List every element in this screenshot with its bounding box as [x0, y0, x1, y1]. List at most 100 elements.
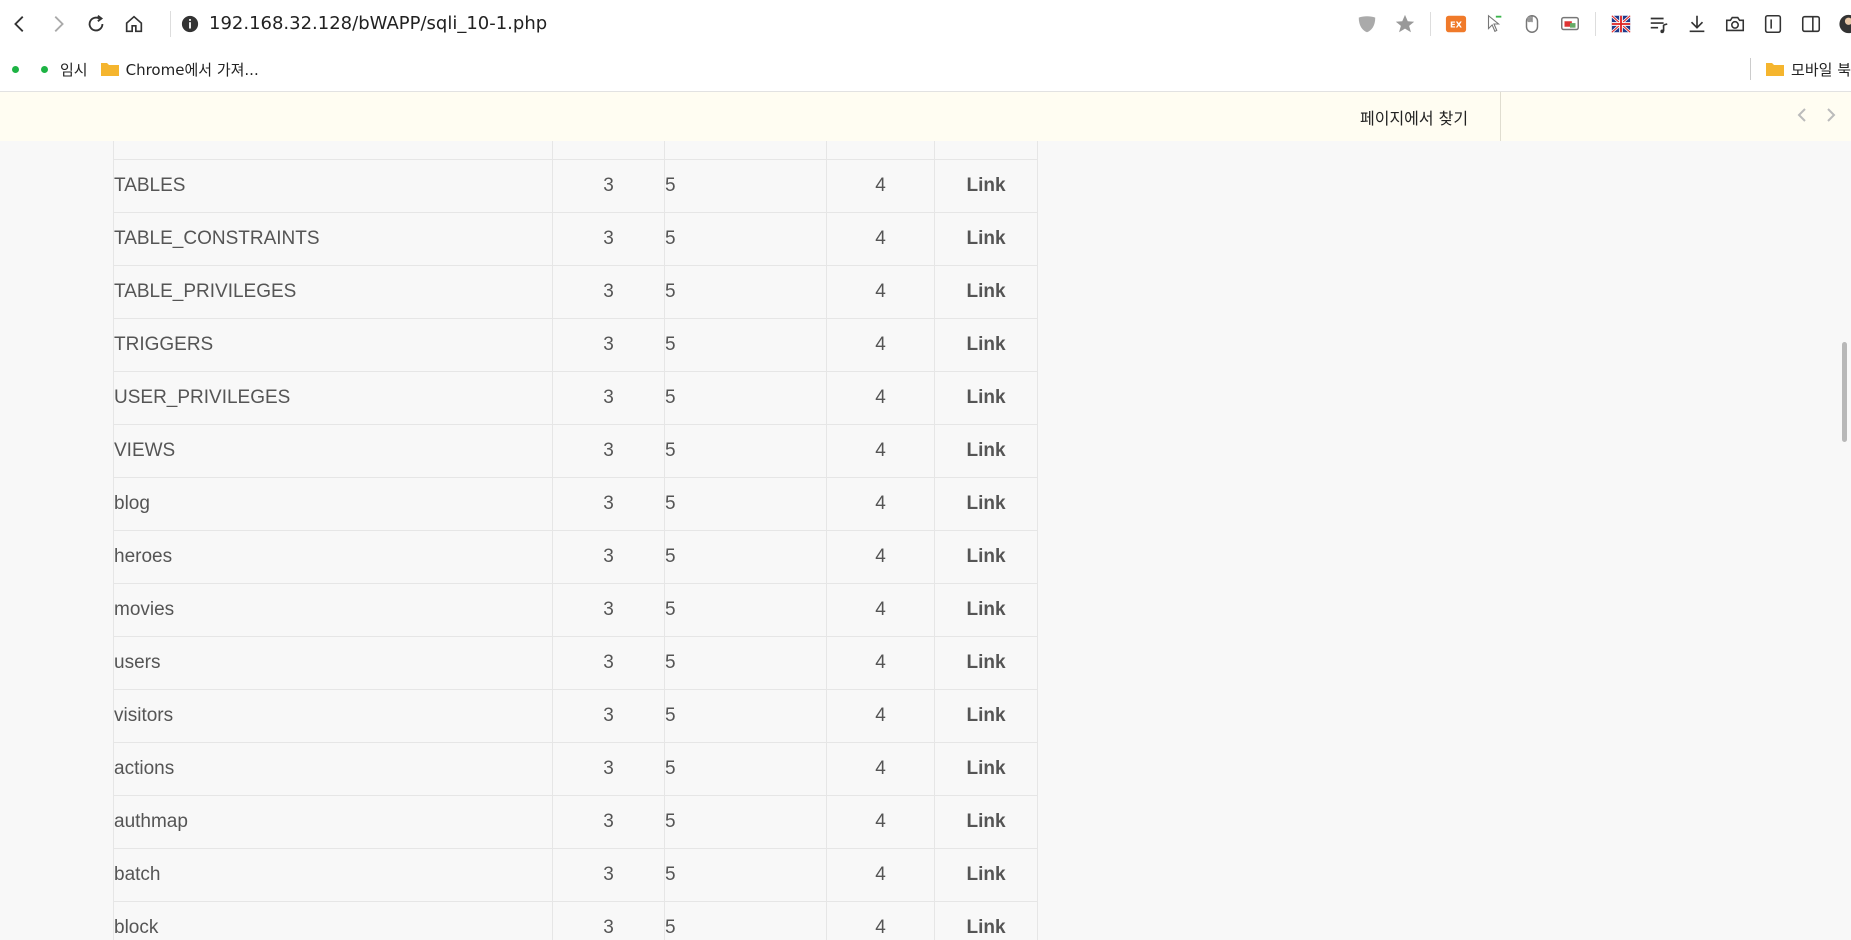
cell-value: 5: [664, 318, 827, 372]
link[interactable]: Link: [934, 424, 1038, 478]
cell-table-name: STATISTICS: [113, 141, 553, 160]
cell-value: 3: [552, 477, 665, 531]
cell-value: 3: [552, 159, 665, 213]
table-row: users 3 5 4 Link: [113, 636, 1038, 690]
cell-table-name: TRIGGERS: [113, 318, 553, 372]
cast-icon[interactable]: [1558, 12, 1582, 36]
shield-icon[interactable]: [1355, 12, 1379, 36]
cell-value: 5: [664, 636, 827, 690]
cell-table-name: visitors: [113, 689, 553, 743]
address-bar[interactable]: 192.168.32.128/bWAPP/sqli_10-1.php: [166, 10, 547, 37]
cell-value: 3: [552, 901, 665, 940]
ex-extension-icon[interactable]: EX: [1444, 12, 1468, 36]
link[interactable]: Link: [934, 742, 1038, 796]
cell-table-name: block: [113, 901, 553, 940]
find-label[interactable]: 페이지에서 찾기: [1360, 105, 1468, 129]
cell-value: 5: [664, 689, 827, 743]
cell-value: 3: [552, 424, 665, 478]
avatar-icon[interactable]: [1837, 12, 1851, 36]
cell-value: 3: [552, 530, 665, 584]
link[interactable]: Link: [934, 530, 1038, 584]
cell-value: 4: [826, 901, 935, 940]
link[interactable]: Link: [934, 689, 1038, 743]
cell-value: 5: [664, 530, 827, 584]
url-divider: [170, 10, 171, 37]
browser-toolbar: 192.168.32.128/bWAPP/sqli_10-1.php EX: [0, 0, 1851, 47]
cell-value: 3: [552, 848, 665, 902]
table-row: actions 3 5 4 Link: [113, 742, 1038, 796]
table-row: TRIGGERS 3 5 4 Link: [113, 318, 1038, 372]
download-icon[interactable]: [1685, 12, 1709, 36]
cell-value: 3: [552, 795, 665, 849]
cell-value: 3: [552, 583, 665, 637]
table-row: batch 3 5 4 Link: [113, 848, 1038, 902]
cell-table-name: TABLES: [113, 159, 553, 213]
reload-icon[interactable]: [78, 6, 114, 42]
table-row: blog 3 5 4 Link: [113, 477, 1038, 531]
link[interactable]: Link: [934, 159, 1038, 213]
link[interactable]: Link: [934, 371, 1038, 425]
mobile-bookmarks[interactable]: 모바일 북: [1750, 47, 1851, 91]
link[interactable]: Link: [934, 795, 1038, 849]
playlist-icon[interactable]: [1647, 12, 1671, 36]
info-icon[interactable]: [181, 15, 199, 33]
mouse-gesture-icon[interactable]: [1482, 12, 1506, 36]
forward-arrow-icon[interactable]: [40, 6, 76, 42]
link[interactable]: Link: [934, 212, 1038, 266]
cell-value: 4: [826, 424, 935, 478]
table-row: TABLE_CONSTRAINTS 3 5 4 Link: [113, 212, 1038, 266]
sidebar-icon[interactable]: [1799, 12, 1823, 36]
mouse-icon[interactable]: [1520, 12, 1544, 36]
home-icon[interactable]: [116, 6, 152, 42]
cell-value: 5: [664, 901, 827, 940]
results-table: STATISTICS354LinkTABLES354LinkTABLE_CONS…: [113, 141, 1038, 940]
scrollbar-thumb[interactable]: [1842, 342, 1847, 442]
link[interactable]: Link: [934, 477, 1038, 531]
link[interactable]: Link: [934, 848, 1038, 902]
bookmark-label: 임시: [60, 60, 88, 79]
table-row: TABLES 3 5 4 Link: [113, 159, 1038, 213]
cell-value: 4: [826, 583, 935, 637]
url-text[interactable]: 192.168.32.128/bWAPP/sqli_10-1.php: [209, 13, 547, 34]
cell-value: 5: [664, 141, 827, 160]
vertical-scrollbar[interactable]: [1837, 141, 1851, 940]
bookmark-temp[interactable]: 임시: [31, 59, 88, 80]
cell-value: 5: [664, 424, 827, 478]
cell-value: 3: [552, 636, 665, 690]
link[interactable]: Link: [934, 141, 1038, 160]
back-arrow-icon[interactable]: [2, 6, 38, 42]
chevron-right-icon[interactable]: [1823, 104, 1839, 130]
cell-value: 5: [664, 265, 827, 319]
cell-value: 3: [552, 689, 665, 743]
green-dot-icon: [12, 65, 19, 73]
link[interactable]: Link: [934, 318, 1038, 372]
language-flag-icon[interactable]: [1609, 12, 1633, 36]
link[interactable]: Link: [934, 901, 1038, 940]
table-row: USER_PRIVILEGES 3 5 4 Link: [113, 371, 1038, 425]
cell-table-name: movies: [113, 583, 553, 637]
link[interactable]: Link: [934, 583, 1038, 637]
chevron-left-icon[interactable]: [1794, 104, 1810, 130]
link[interactable]: Link: [934, 636, 1038, 690]
cell-value: 4: [826, 636, 935, 690]
camera-icon[interactable]: [1723, 12, 1747, 36]
cell-value: 3: [552, 212, 665, 266]
cell-value: 5: [664, 742, 827, 796]
bookmark-chrome-folder[interactable]: Chrome에서 가져...: [100, 59, 259, 80]
cell-table-name: VIEWS: [113, 424, 553, 478]
cell-table-name: TABLE_CONSTRAINTS: [113, 212, 553, 266]
cell-value: 4: [826, 530, 935, 584]
cell-value: 4: [826, 212, 935, 266]
cell-value: 5: [664, 212, 827, 266]
cell-value: 3: [552, 265, 665, 319]
reader-icon[interactable]: [1761, 12, 1785, 36]
cell-value: 3: [552, 318, 665, 372]
cell-value: 5: [664, 795, 827, 849]
cell-value: 4: [826, 159, 935, 213]
star-icon[interactable]: [1393, 12, 1417, 36]
cell-value: 4: [826, 371, 935, 425]
table-row: visitors 3 5 4 Link: [113, 689, 1038, 743]
bookmark-label: Chrome에서 가져...: [125, 60, 259, 79]
table-row: TABLE_PRIVILEGES 3 5 4 Link: [113, 265, 1038, 319]
link[interactable]: Link: [934, 265, 1038, 319]
